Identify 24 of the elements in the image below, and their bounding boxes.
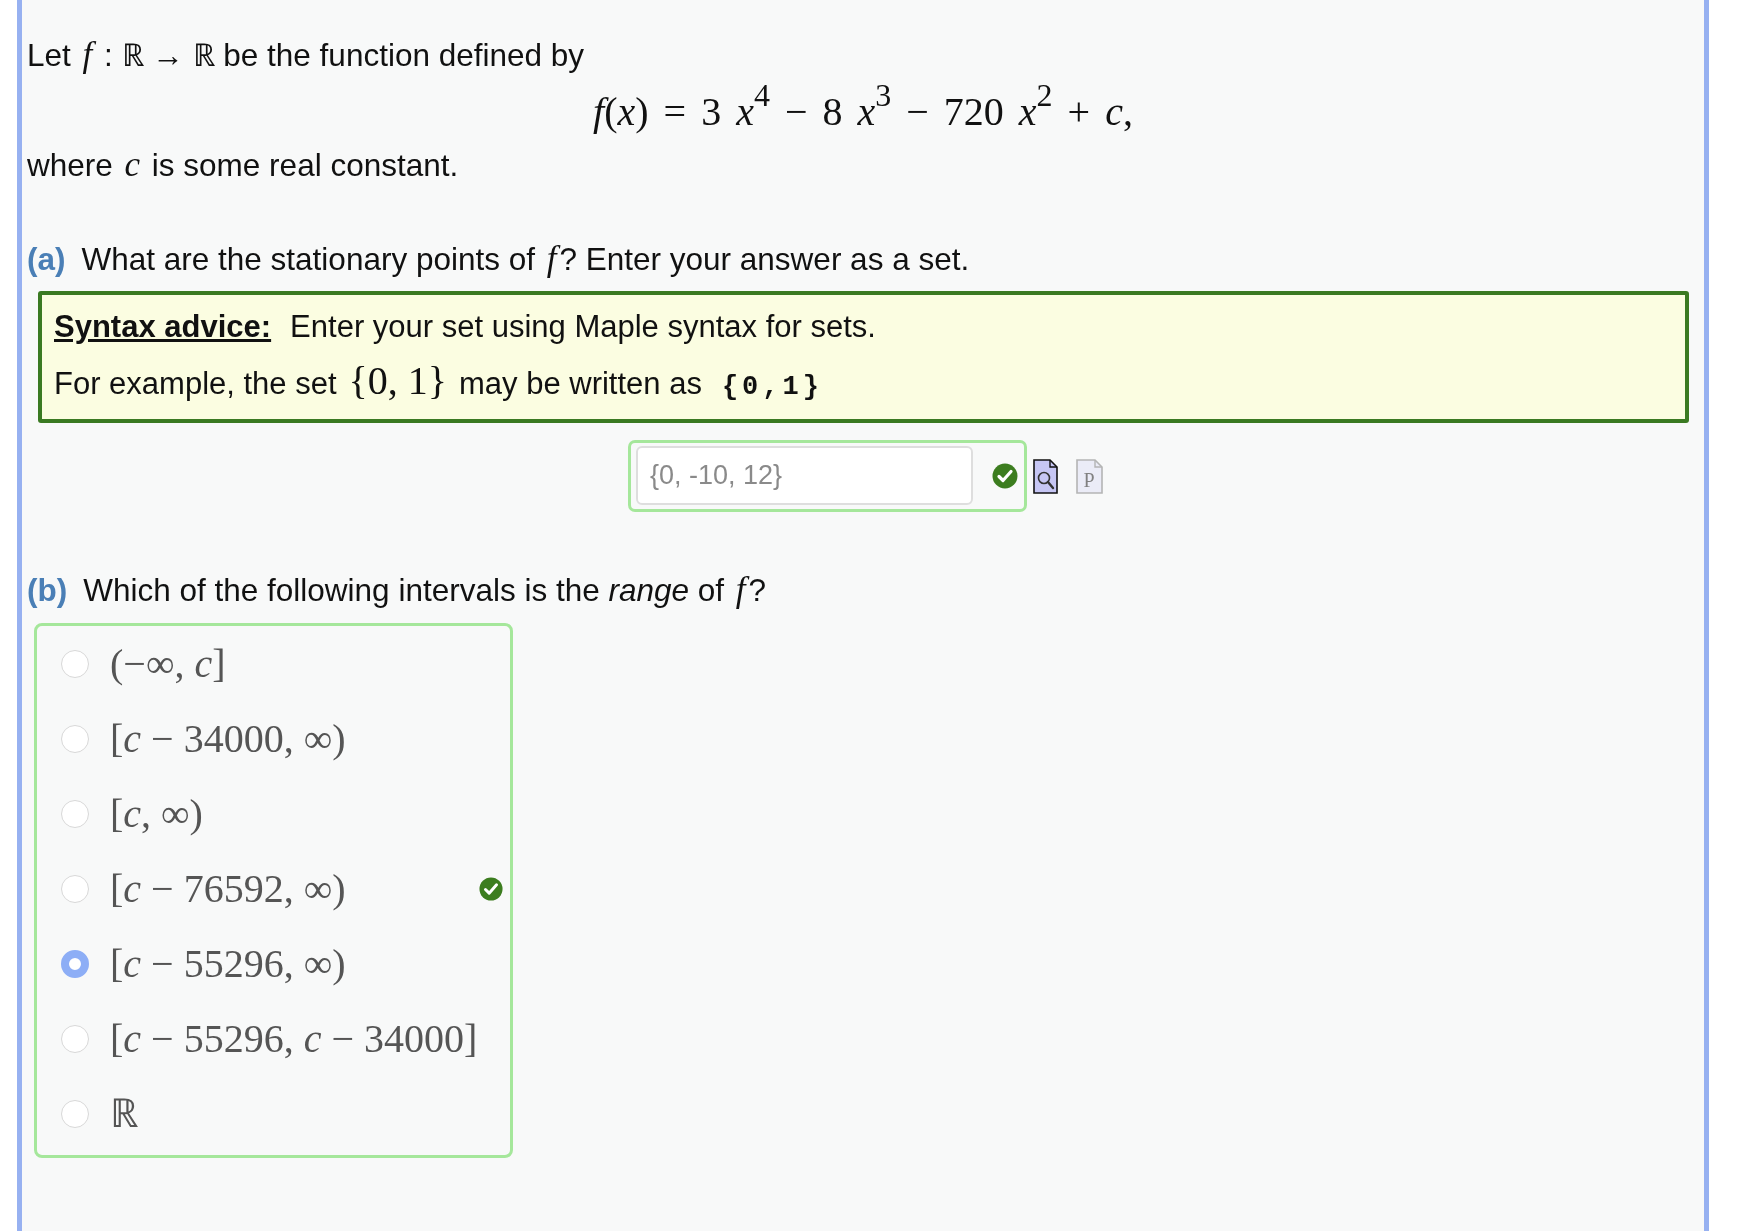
option-label: [c − 76592, ∞) xyxy=(110,865,346,912)
radio-button[interactable] xyxy=(61,799,89,828)
option-label: [c − 55296, c − 34000] xyxy=(110,1015,478,1062)
radio-button[interactable] xyxy=(61,1024,89,1053)
question-text: What are the stationary points of f? Enter your answer as a set. xyxy=(81,241,970,277)
part-label: (b) xyxy=(27,572,68,608)
option-label: (−∞, c] xyxy=(110,640,226,687)
radio-button[interactable] xyxy=(61,649,89,678)
option-label: [c − 55296, ∞) xyxy=(110,940,346,987)
syntax-advice-text: Enter your set using Maple syntax for sets. xyxy=(290,309,876,345)
radio-button[interactable] xyxy=(61,949,89,978)
option-label: [c − 34000, ∞) xyxy=(110,715,346,762)
radio-button[interactable] xyxy=(61,1099,89,1128)
syntax-advice-title: Syntax advice: xyxy=(54,309,272,345)
document-magnifier-icon[interactable] xyxy=(1033,458,1058,494)
problem-note: where c is some real constant. xyxy=(27,147,459,183)
radio-button[interactable] xyxy=(61,874,89,903)
problem-statement: Let f : ℝ → ℝ be the function defined by xyxy=(27,37,585,73)
option-label: ℝ xyxy=(110,1090,139,1137)
syntax-example-text: For example, the set {0, 1} may be written as {0,1} xyxy=(54,359,823,405)
option-label: [c, ∞) xyxy=(110,790,203,837)
radio-button[interactable] xyxy=(61,724,89,753)
question-text: Which of the following intervals is the range of f? xyxy=(83,572,767,608)
part-label: (a) xyxy=(27,241,66,277)
